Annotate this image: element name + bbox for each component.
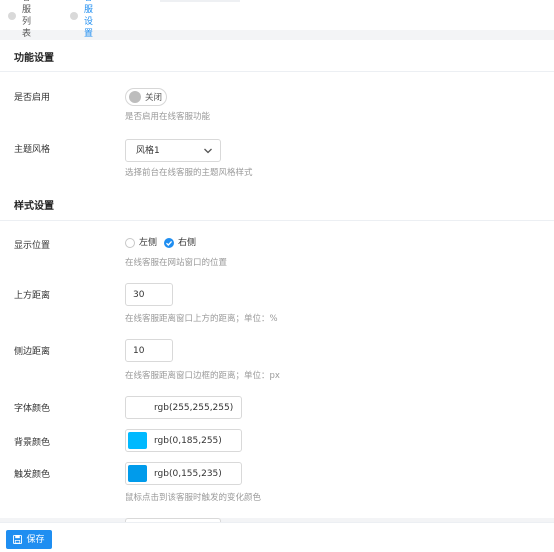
side-distance-hint: 在线客服距离窗口边框的距离；单位：px [125, 371, 280, 381]
trigger-color-picker[interactable]: rgb(0,155,235) [125, 462, 242, 485]
bg-color-picker[interactable]: rgb(0,185,255) [125, 429, 242, 452]
theme-select[interactable]: 风格1 [125, 139, 221, 162]
radio-left[interactable]: 左侧 [125, 237, 157, 249]
radio-circle-icon [125, 238, 135, 248]
side-distance-input[interactable]: 10 [125, 339, 173, 362]
tab-dot-icon [8, 12, 16, 20]
color-value: rgb(0,155,235) [154, 469, 222, 479]
footer-bar: 保存 [0, 522, 554, 552]
settings-panel: 功能设置 是否启用 关闭 是否启用在线客服功能 主题风格 风格1 选择前台在线客… [0, 40, 554, 524]
trigger-color-hint: 鼠标点击到该客服时触发的变化颜色 [125, 493, 262, 503]
radio-checked-icon [164, 238, 174, 248]
radio-label: 右侧 [178, 238, 197, 248]
color-swatch [128, 465, 147, 482]
section-title-style: 样式设置 [14, 201, 54, 212]
radio-right[interactable]: 右侧 [164, 237, 196, 249]
top-tab-bar: 客服列表 客服设置 [0, 0, 554, 39]
color-swatch [128, 432, 147, 449]
enable-toggle[interactable]: 关闭 [125, 88, 167, 106]
save-button[interactable]: 保存 [6, 530, 52, 549]
tab-service-list[interactable]: 客服列表 [8, 0, 31, 39]
top-distance-label: 上方距离 [14, 291, 51, 301]
font-color-label: 字体颜色 [14, 404, 51, 414]
save-label: 保存 [26, 534, 45, 545]
enable-hint: 是否启用在线客服功能 [125, 112, 211, 122]
side-distance-label: 侧边距离 [14, 347, 51, 357]
chevron-down-icon [204, 148, 212, 154]
bg-color-label: 背景颜色 [14, 438, 51, 448]
section-divider [0, 71, 554, 72]
top-divider [160, 0, 240, 2]
tab-dot-icon [70, 12, 78, 20]
section-divider [0, 220, 554, 221]
color-value: rgb(0,185,255) [154, 436, 222, 446]
enable-label: 是否启用 [14, 93, 51, 103]
theme-select-value: 风格1 [136, 146, 160, 156]
toggle-text: 关闭 [145, 93, 163, 103]
tab-service-settings[interactable]: 客服设置 [70, 0, 93, 39]
color-value: rgb(255,255,255) [154, 403, 234, 413]
tab-label: 客服设置 [84, 0, 94, 39]
top-distance-hint: 在线客服距离窗口上方的距离；单位：% [125, 314, 278, 324]
trigger-color-label: 触发颜色 [14, 470, 51, 480]
section-title-function: 功能设置 [14, 53, 54, 64]
font-color-picker[interactable]: rgb(255,255,255) [125, 396, 242, 419]
position-hint: 在线客服在网站窗口的位置 [125, 258, 228, 268]
save-icon [13, 535, 23, 544]
toggle-knob [129, 91, 141, 103]
color-swatch [128, 399, 147, 416]
theme-hint: 选择前台在线客服的主题风格样式 [125, 168, 253, 178]
top-distance-input[interactable]: 30 [125, 283, 173, 306]
position-label: 显示位置 [14, 241, 51, 251]
tab-label: 客服列表 [22, 0, 32, 39]
input-value: 10 [133, 346, 145, 356]
input-value: 30 [133, 290, 145, 300]
theme-label: 主题风格 [14, 145, 51, 155]
radio-label: 左侧 [139, 238, 158, 248]
